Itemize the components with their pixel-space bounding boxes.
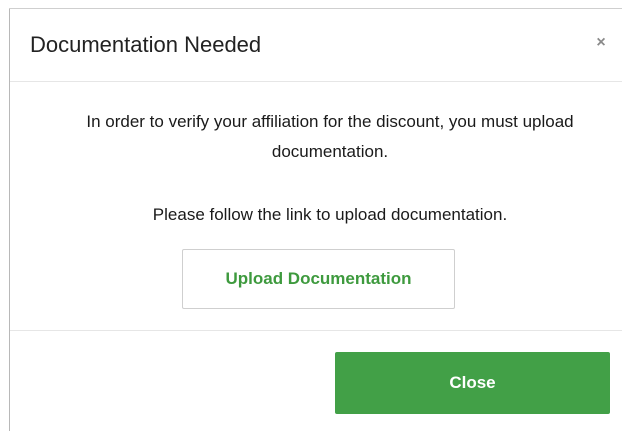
upload-instructions: Please follow the link to upload documen… [152, 205, 508, 224]
modal-body: In order to verify your affiliation for … [10, 82, 622, 331]
modal-header: Documentation Needed × [10, 9, 622, 82]
close-icon[interactable]: × [592, 34, 610, 52]
upload-documentation-button[interactable]: Upload Documentation [182, 249, 455, 309]
close-button[interactable]: Close [335, 352, 610, 414]
modal-footer: Close [10, 331, 622, 431]
modal-title: Documentation Needed [30, 32, 262, 57]
documentation-needed-modal: Documentation Needed × In order to verif… [0, 0, 622, 431]
affiliation-message: In order to verify your affiliation for … [86, 112, 574, 161]
